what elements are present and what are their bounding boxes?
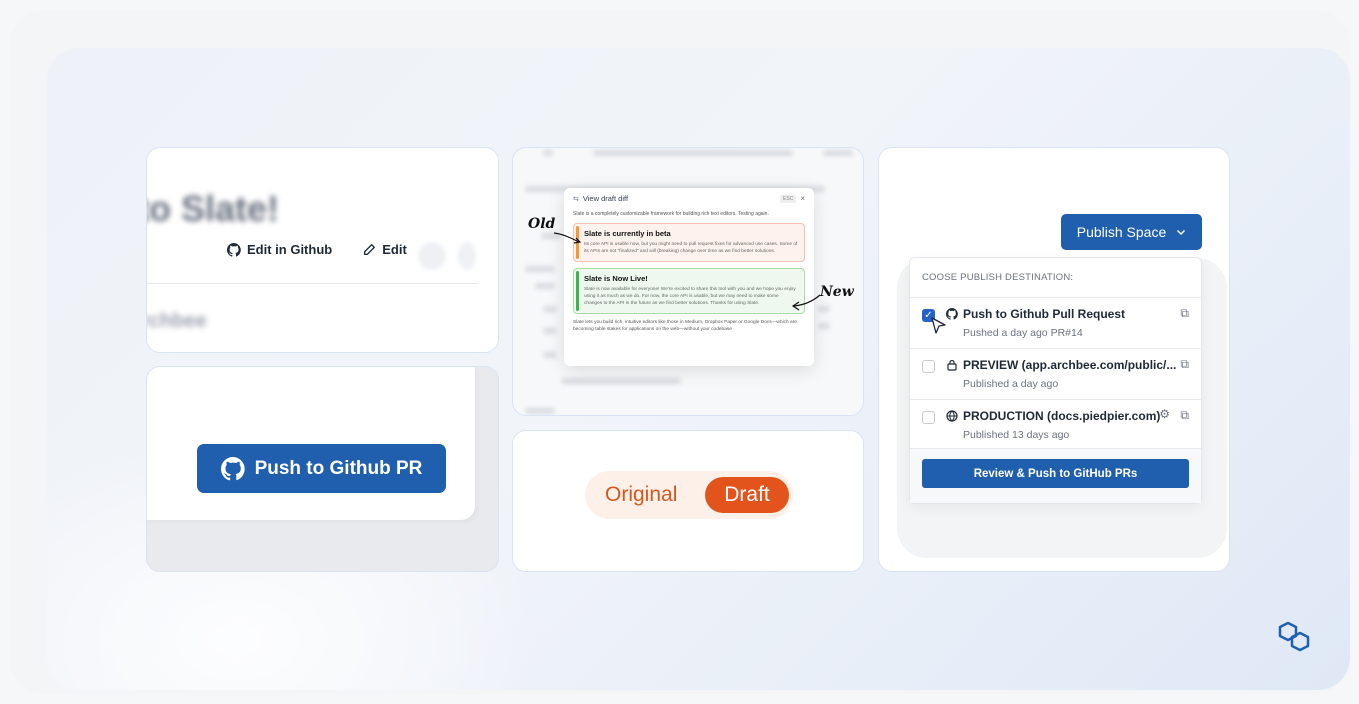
intro-text: Slate is a completely customizable frame…: [573, 211, 769, 217]
destination-title: PRODUCTION (docs.piedpier.com): [963, 409, 1161, 423]
destination-checkbox[interactable]: [922, 360, 935, 373]
edit-toolbar-card: to Slate! Edit in Github Edit rchbee: [146, 147, 499, 353]
version-toggle-card: Original Draft: [512, 430, 864, 572]
github-icon: [220, 456, 245, 480]
archbee-logo-icon: [1278, 621, 1310, 652]
original-option[interactable]: Original: [605, 483, 677, 507]
destination-item[interactable]: ✓ Push to Github Pull Request Pushed a d…: [910, 298, 1201, 349]
esc-badge: ESC: [780, 194, 797, 203]
destination-title-row: PRODUCTION (docs.piedpier.com): [946, 409, 1160, 423]
footer-text: Slate lets you build rich, intuitive edi…: [573, 319, 797, 332]
new-body: Slate is now available for everyone! We'…: [584, 286, 796, 306]
old-annotation: Old: [528, 216, 556, 232]
subtitle-blurred: rchbee: [146, 310, 207, 332]
old-body: Its core API is usable now, but you migh…: [584, 242, 798, 254]
new-version-block: Slate is Now Live! Slate is now availabl…: [573, 267, 805, 314]
modal-header: ⇆ View draft diff ESC ×: [573, 194, 805, 203]
globe-icon: [946, 410, 958, 422]
draft-option[interactable]: Draft: [705, 477, 789, 513]
publish-card: Publish Space COOSE PUBLISH DESTINATION:…: [878, 147, 1230, 572]
edit-in-github-button[interactable]: Edit in Github: [227, 242, 332, 257]
panel-header: COOSE PUBLISH DESTINATION:: [910, 258, 1201, 298]
page-title-blurred: to Slate!: [146, 188, 280, 229]
github-icon: [227, 242, 241, 257]
new-annotation: New: [820, 284, 854, 300]
panel-footer: Review & Push to GitHub PRs: [910, 448, 1201, 503]
destination-subtitle: Published a day ago: [963, 378, 1059, 390]
destination-title-row: Push to Github Pull Request: [946, 307, 1125, 321]
publish-space-button[interactable]: Publish Space: [1061, 214, 1202, 250]
draft-diff-card: ⇆ View draft diff ESC × Slate is a compl…: [512, 147, 864, 416]
edit-toolbar: Edit in Github Edit: [227, 242, 407, 257]
lock-icon: [947, 359, 957, 371]
modal-title: View draft diff: [582, 194, 629, 203]
destination-title: PREVIEW (app.archbee.com/public/...: [963, 358, 1177, 372]
destination-item[interactable]: PREVIEW (app.archbee.com/public/... Publ…: [910, 349, 1201, 400]
divider: [147, 283, 478, 284]
close-icon[interactable]: ×: [800, 194, 805, 203]
destination-title: Push to Github Pull Request: [963, 307, 1125, 321]
destination-item[interactable]: PRODUCTION (docs.piedpier.com) Published…: [910, 400, 1201, 451]
push-to-github-pr-label: Push to Github PR: [254, 457, 423, 479]
destination-subtitle: Published 13 days ago: [963, 429, 1070, 441]
destination-title-row: PREVIEW (app.archbee.com/public/...: [946, 358, 1176, 372]
new-arrow-icon: [791, 294, 821, 311]
push-to-github-pr-button[interactable]: Push to Github PR: [197, 444, 446, 493]
push-pr-panel: Push to Github PR: [147, 367, 475, 520]
old-title: Slate is currently in beta: [584, 229, 671, 238]
mouse-cursor-icon: [931, 317, 946, 334]
old-arrow-icon: [553, 232, 582, 244]
draft-diff-modal: ⇆ View draft diff ESC × Slate is a compl…: [564, 188, 814, 366]
edit-label: Edit: [382, 242, 407, 257]
review-and-push-button[interactable]: Review & Push to GitHub PRs: [922, 459, 1189, 488]
edit-in-github-label: Edit in Github: [247, 242, 333, 257]
external-link-icon[interactable]: ⧉: [1180, 408, 1189, 423]
destination-checkbox[interactable]: [922, 411, 935, 424]
publish-space-label: Publish Space: [1076, 224, 1167, 240]
external-link-icon[interactable]: ⧉: [1180, 357, 1189, 372]
original-draft-toggle[interactable]: Original Draft: [585, 471, 793, 519]
diff-icon: ⇆: [573, 195, 579, 203]
chevron-down-icon: [1177, 229, 1186, 236]
destination-subtitle: Pushed a day ago PR#14: [963, 327, 1083, 339]
edit-button[interactable]: Edit: [362, 242, 407, 257]
new-title: Slate is Now Live!: [584, 273, 648, 283]
more-button-blurred: [418, 242, 446, 270]
pencil-icon: [364, 243, 376, 255]
external-link-icon[interactable]: ⧉: [1180, 306, 1189, 321]
push-pr-card: Push to Github PR: [146, 366, 499, 572]
old-version-block: Slate is currently in beta Its core API …: [573, 223, 805, 262]
publish-destination-panel: COOSE PUBLISH DESTINATION: ✓ Push to Git…: [909, 257, 1202, 504]
gear-icon[interactable]: ⚙: [1159, 407, 1170, 421]
menu-button-blurred: [458, 242, 476, 270]
